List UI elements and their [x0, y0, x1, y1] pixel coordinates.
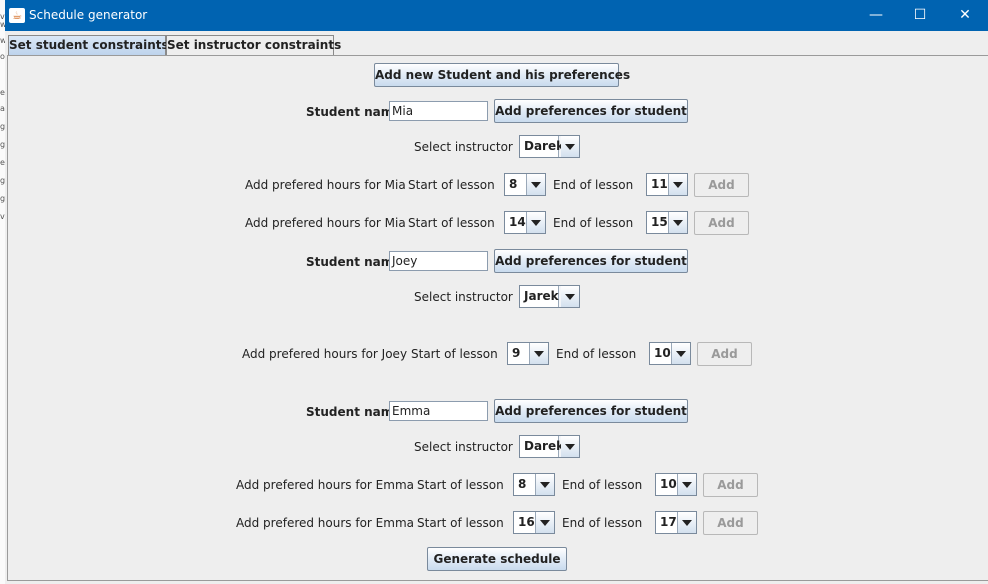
- start-hour-value: 16: [514, 512, 536, 533]
- add-preferences-button[interactable]: Add preferences for student: [494, 399, 688, 423]
- start-hour-value: 8: [505, 174, 527, 195]
- end-hour-value: 15: [647, 212, 669, 233]
- add-hours-button[interactable]: Add: [703, 511, 758, 535]
- select-instructor-label: Select instructor: [414, 290, 513, 304]
- chevron-down-icon[interactable]: [678, 474, 696, 495]
- end-hour-select[interactable]: 10: [655, 473, 697, 496]
- chevron-down-icon[interactable]: [678, 512, 696, 533]
- java-icon: ☕: [9, 8, 25, 23]
- chevron-down-icon[interactable]: [669, 174, 687, 195]
- window-title: Schedule generator: [29, 8, 148, 22]
- end-of-lesson-label: End of lesson: [556, 347, 637, 361]
- instructor-value: Darek: [520, 136, 564, 157]
- chevron-down-icon[interactable]: [669, 212, 687, 233]
- start-of-lesson-label: Start of lesson: [417, 516, 504, 530]
- student-name-field[interactable]: Emma: [389, 401, 488, 421]
- instructor-select[interactable]: Jarek: [519, 285, 580, 308]
- student-name-label: Student name: [306, 105, 402, 119]
- start-hour-value: 14: [505, 212, 527, 233]
- add-hours-button[interactable]: Add: [697, 342, 752, 366]
- start-hour-select[interactable]: 8: [504, 173, 546, 196]
- start-hour-select[interactable]: 8: [513, 473, 555, 496]
- end-of-lesson-label: End of lesson: [553, 178, 634, 192]
- preferred-hours-label: Add prefered hours for Joey: [242, 347, 408, 361]
- start-of-lesson-label: Start of lesson: [408, 216, 495, 230]
- end-hour-select[interactable]: 15: [646, 211, 688, 234]
- preferred-hours-label: Add prefered hours for Mia: [245, 216, 406, 230]
- preferred-hours-label: Add prefered hours for Emma: [236, 478, 414, 492]
- instructor-select[interactable]: Darek: [519, 435, 580, 458]
- end-hour-value: 10: [650, 343, 672, 364]
- start-of-lesson-label: Start of lesson: [411, 347, 498, 361]
- instructor-value: Darek: [520, 436, 564, 457]
- close-icon[interactable]: ✕: [942, 0, 988, 31]
- end-of-lesson-label: End of lesson: [553, 216, 634, 230]
- preferred-hours-label: Add prefered hours for Emma: [236, 516, 414, 530]
- start-of-lesson-label: Start of lesson: [417, 478, 504, 492]
- end-hour-value: 10: [656, 474, 678, 495]
- chevron-down-icon[interactable]: [530, 343, 548, 364]
- chevron-down-icon[interactable]: [527, 212, 545, 233]
- instructor-select[interactable]: Darek: [519, 135, 580, 158]
- tab-set-instructor-constraints[interactable]: Set instructor constraints: [166, 35, 341, 55]
- student-name-field[interactable]: Joey: [389, 251, 488, 271]
- start-hour-select[interactable]: 9: [507, 342, 549, 365]
- start-of-lesson-label: Start of lesson: [408, 178, 495, 192]
- add-new-student-button[interactable]: Add new Student and his preferences: [374, 63, 630, 87]
- chevron-down-icon[interactable]: [561, 286, 579, 307]
- student-name-label: Student name: [306, 255, 402, 269]
- chevron-down-icon[interactable]: [561, 136, 579, 157]
- preferred-hours-label: Add prefered hours for Mia: [245, 178, 406, 192]
- minimize-icon[interactable]: —: [853, 0, 899, 31]
- select-instructor-label: Select instructor: [414, 140, 513, 154]
- chevron-down-icon[interactable]: [527, 174, 545, 195]
- end-hour-select[interactable]: 10: [649, 342, 691, 365]
- add-preferences-button[interactable]: Add preferences for student: [494, 249, 688, 273]
- end-hour-value: 17: [656, 512, 678, 533]
- start-hour-select[interactable]: 14: [504, 211, 546, 234]
- select-instructor-label: Select instructor: [414, 440, 513, 454]
- add-hours-button[interactable]: Add: [694, 211, 749, 235]
- chevron-down-icon[interactable]: [536, 474, 554, 495]
- end-of-lesson-label: End of lesson: [562, 516, 643, 530]
- start-hour-value: 9: [508, 343, 530, 364]
- chevron-down-icon[interactable]: [561, 436, 579, 457]
- add-hours-button[interactable]: Add: [694, 173, 749, 197]
- start-hour-value: 8: [514, 474, 536, 495]
- student-name-label: Student name: [306, 405, 402, 419]
- end-hour-select[interactable]: 11: [646, 173, 688, 196]
- title-bar[interactable]: [5, 0, 988, 31]
- add-preferences-button[interactable]: Add preferences for student: [494, 99, 688, 123]
- add-hours-button[interactable]: Add: [703, 473, 758, 497]
- end-hour-value: 11: [647, 174, 669, 195]
- instructor-value: Jarek: [520, 286, 559, 307]
- student-name-field[interactable]: Mia: [389, 101, 488, 121]
- maximize-icon[interactable]: ☐: [897, 0, 943, 31]
- chevron-down-icon[interactable]: [536, 512, 554, 533]
- tab-set-student-constraints[interactable]: Set student constraints: [8, 35, 169, 56]
- end-hour-select[interactable]: 17: [655, 511, 697, 534]
- generate-schedule-button[interactable]: Generate schedule: [427, 547, 567, 571]
- start-hour-select[interactable]: 16: [513, 511, 555, 534]
- chevron-down-icon[interactable]: [672, 343, 690, 364]
- student-constraints-panel: [7, 55, 988, 581]
- end-of-lesson-label: End of lesson: [562, 478, 643, 492]
